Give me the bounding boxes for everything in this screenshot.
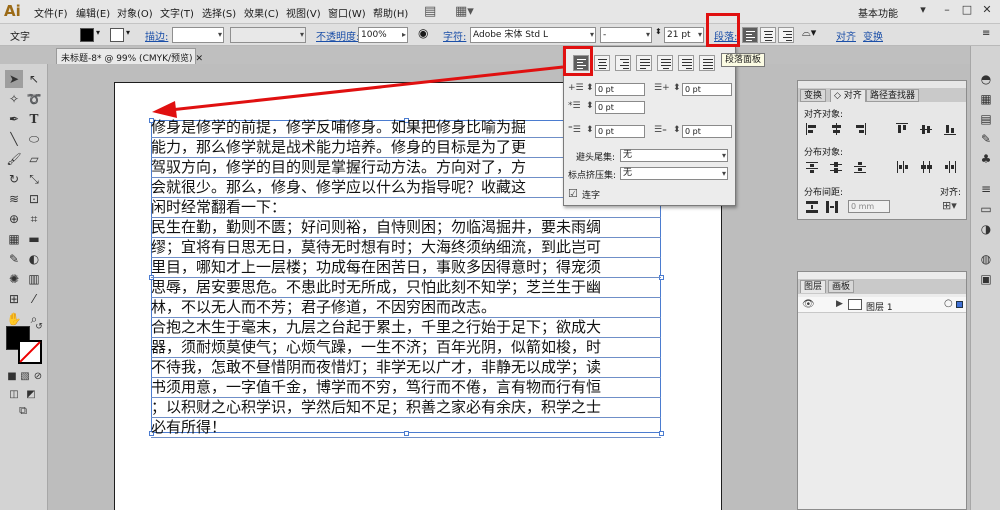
annotation-overlay	[152, 65, 564, 118]
annotation-arrow-line	[169, 65, 564, 112]
highlight-box-paragraph-link	[706, 13, 740, 47]
highlight-box-align-left	[563, 46, 593, 76]
annotation-arrowhead	[152, 101, 177, 118]
